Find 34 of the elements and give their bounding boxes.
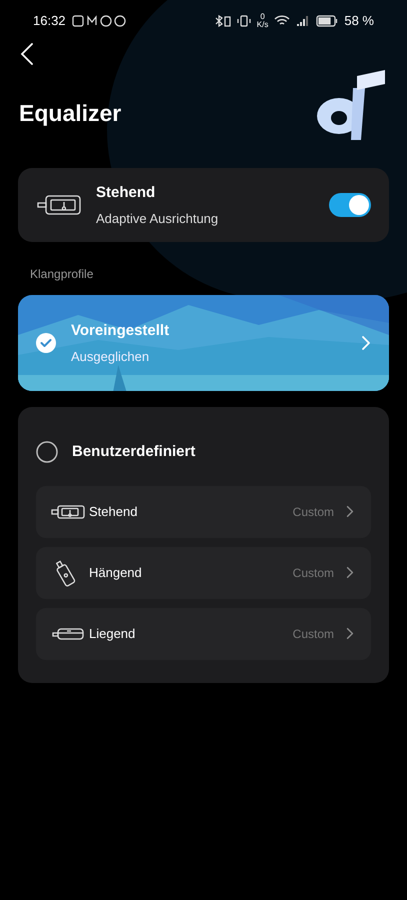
radio-icon xyxy=(36,441,58,464)
toggle-switch[interactable] xyxy=(329,193,371,217)
status-time: 16:32 xyxy=(33,12,66,30)
preset-title: Voreingestellt xyxy=(71,320,170,340)
chevron-right-icon xyxy=(346,566,354,579)
card-title: Stehend xyxy=(96,183,156,203)
section-label: Klangprofile xyxy=(29,266,94,283)
card-subtitle: Adaptive Ausrichtung xyxy=(96,210,220,228)
speaker-icon xyxy=(52,626,84,640)
profile-row[interactable]: Liegend Custom xyxy=(36,608,371,660)
battery-level: 58 % xyxy=(344,12,374,30)
profile-row[interactable]: Stehend Custom xyxy=(36,486,371,538)
bluetooth-icon xyxy=(214,14,231,26)
profile-row[interactable]: Hängend Custom xyxy=(36,546,371,598)
profile-value: Custom xyxy=(292,626,334,642)
chevron-right-icon xyxy=(346,627,354,640)
speaker-icon xyxy=(51,504,85,520)
profile-value: Custom xyxy=(292,564,334,582)
speaker-icon xyxy=(37,194,81,216)
chevron-right-icon xyxy=(346,505,354,518)
preset-subtitle: Ausgeglichen xyxy=(71,348,150,366)
chevron-right-icon xyxy=(361,335,371,351)
back-icon xyxy=(20,43,34,65)
check-circle-icon xyxy=(36,333,56,353)
page-title: Equalizer xyxy=(19,98,122,128)
wifi-icon xyxy=(274,14,290,26)
vibrate-icon xyxy=(236,14,251,26)
custom-option[interactable]: Benutzerdefiniert xyxy=(36,441,196,464)
battery-icon xyxy=(316,14,338,26)
speed-unit: K/s xyxy=(256,20,268,28)
profile-value: Custom xyxy=(292,504,334,520)
speed-value: 0 xyxy=(260,12,265,20)
signal-icon xyxy=(296,14,310,26)
notification-icons xyxy=(72,14,128,26)
